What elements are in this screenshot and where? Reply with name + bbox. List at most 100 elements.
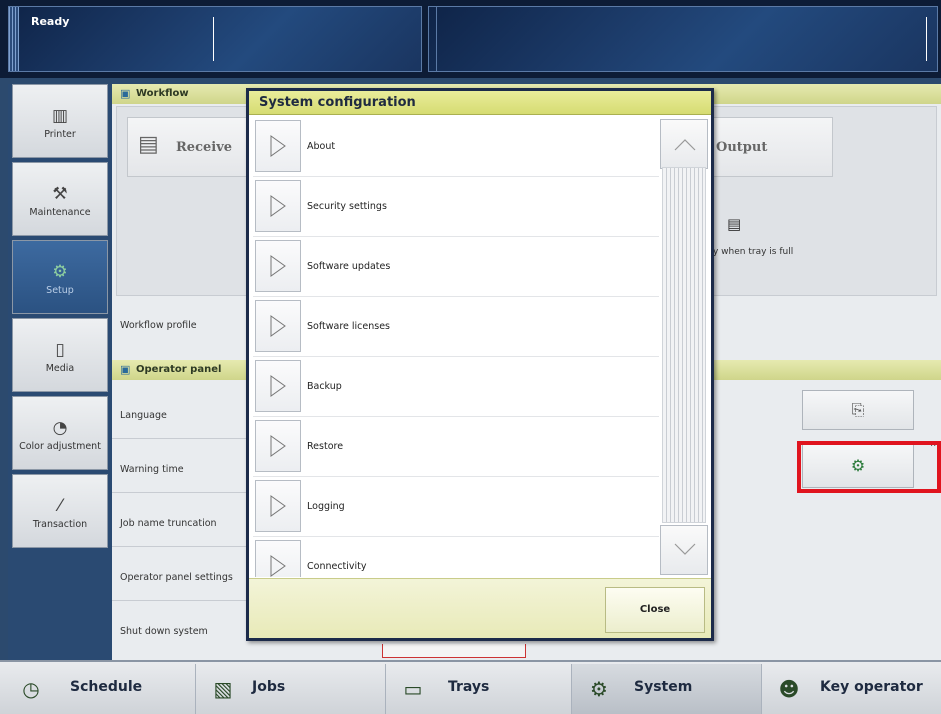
taskbar: ◷ Schedule ▧ Jobs ▭ Trays ⚙ System ☻ Key… <box>0 660 941 714</box>
dialog-title: System configuration <box>249 91 711 115</box>
nav-label: Transaction <box>32 519 88 530</box>
nav-color-adjustment[interactable]: ◔ Color adjustment <box>12 396 108 470</box>
list-item-label: Security settings <box>307 201 387 212</box>
nav-setup[interactable]: ⚙ Setup <box>12 240 108 314</box>
list-item-restore[interactable]: Restore <box>253 417 659 477</box>
scroll-track[interactable] <box>662 167 706 523</box>
taskbar-system[interactable]: ⚙ System <box>572 664 762 714</box>
list-item-label: Restore <box>307 441 344 452</box>
expand-button[interactable] <box>255 420 301 472</box>
taskbar-schedule[interactable]: ◷ Schedule <box>0 664 196 714</box>
color-adjustment-icon: ◔ <box>52 418 68 438</box>
list-item-about[interactable]: About <box>253 117 659 177</box>
expand-button[interactable] <box>255 300 301 352</box>
nav-maintenance[interactable]: ⚒ Maintenance <box>12 162 108 236</box>
workflow-icon: ▣ <box>120 87 131 100</box>
list-item-backup[interactable]: Backup <box>253 357 659 417</box>
list-item-label: Logging <box>307 501 345 512</box>
chevron-right-icon <box>270 255 286 277</box>
operator-panel-icon: ▣ <box>120 363 131 376</box>
divider <box>429 7 437 71</box>
expand-button[interactable] <box>255 540 301 577</box>
expand-button[interactable] <box>255 360 301 412</box>
taskbar-label: Key operator <box>820 679 923 695</box>
scroll-down-button[interactable] <box>660 525 708 575</box>
shut-down-system-label: Shut down system <box>120 626 208 637</box>
nav-media[interactable]: ▯ Media <box>12 318 108 392</box>
tray-icon: ▤ <box>727 215 742 233</box>
chevron-right-icon <box>270 315 286 337</box>
status-bar: Ready <box>0 0 941 78</box>
tray-note: y when tray is full <box>713 247 794 257</box>
taskbar-label: Schedule <box>70 679 143 695</box>
list-item-logging[interactable]: Logging <box>253 477 659 537</box>
divider <box>926 17 927 61</box>
list-item-connectivity[interactable]: Connectivity <box>253 537 659 577</box>
system-configuration-dialog: System configuration About Security sett… <box>246 88 714 641</box>
output-label: Output <box>716 140 768 155</box>
media-icon: ▯ <box>55 340 65 360</box>
receive-card[interactable]: ▤ Receive <box>127 117 255 177</box>
nav-label: Color adjustment <box>19 441 101 452</box>
list-item-software-licenses[interactable]: Software licenses <box>253 297 659 357</box>
status-text: Ready <box>31 15 70 28</box>
workflow-profile-label: Workflow profile <box>120 320 197 331</box>
printer-icon: ▥ <box>51 106 69 126</box>
shutdown-button[interactable] <box>382 644 526 658</box>
taskbar-trays[interactable]: ▭ Trays <box>386 664 572 714</box>
nav-label: Setup <box>46 285 74 296</box>
expand-button[interactable] <box>255 480 301 532</box>
list-item-label: About <box>307 141 336 152</box>
operator-panel-settings-label: Operator panel settings <box>120 572 233 583</box>
chevron-right-icon <box>270 375 286 397</box>
transaction-icon: ⁄ <box>58 496 62 516</box>
list-item-label: Software licenses <box>307 321 391 332</box>
nav-label: Maintenance <box>29 207 91 218</box>
clock-icon: ◷ <box>22 677 40 701</box>
message-panel <box>428 6 938 72</box>
chevron-right-icon <box>270 435 286 457</box>
divider <box>213 17 214 61</box>
scroll-up-button[interactable] <box>660 119 708 169</box>
taskbar-jobs[interactable]: ▧ Jobs <box>196 664 386 714</box>
expand-button[interactable] <box>255 240 301 292</box>
list-item-software-updates[interactable]: Software updates <box>253 237 659 297</box>
status-stripe <box>9 7 19 71</box>
expand-button[interactable] <box>255 180 301 232</box>
chevron-right-icon <box>270 495 286 517</box>
list-item-label: Backup <box>307 381 342 392</box>
trays-icon: ▭ <box>403 677 423 701</box>
system-gear-icon: ⚙ <box>590 677 608 701</box>
maintenance-icon: ⚒ <box>52 184 68 204</box>
list-item-security-settings[interactable]: Security settings <box>253 177 659 237</box>
chevron-right-icon <box>270 195 286 217</box>
chevron-down-icon <box>674 543 696 555</box>
jobs-icon: ▧ <box>213 677 233 701</box>
output-card[interactable]: Output <box>713 117 833 177</box>
chevron-right-icon <box>270 135 286 157</box>
taskbar-key-operator[interactable]: ☻ Key operator <box>762 664 941 714</box>
setup-icon: ⚙ <box>52 262 68 282</box>
taskbar-label: System <box>634 679 693 695</box>
chevron-right-icon <box>270 555 286 577</box>
list-item-label: Software updates <box>307 261 391 272</box>
receive-label: Receive <box>176 140 233 155</box>
close-button[interactable]: Close <box>605 587 705 633</box>
language-edit-button[interactable]: ⎘ <box>802 390 914 430</box>
dialog-list: About Security settings Software updates… <box>253 117 659 577</box>
nav-label: Media <box>45 363 75 374</box>
warning-time-label: Warning time <box>120 464 184 475</box>
nav-transaction[interactable]: ⁄ Transaction <box>12 474 108 548</box>
key-operator-icon: ☻ <box>778 677 800 701</box>
nav-printer[interactable]: ▥ Printer <box>12 84 108 158</box>
list-item-label: Connectivity <box>307 561 367 572</box>
dialog-scrollbar[interactable] <box>660 117 710 577</box>
taskbar-label: Jobs <box>252 679 286 695</box>
edit-document-icon: ⎘ <box>851 400 865 419</box>
receive-icon: ▤ <box>138 132 159 157</box>
status-panel: Ready <box>8 6 422 72</box>
left-navigation: ▥ Printer ⚒ Maintenance ⚙ Setup ▯ Media … <box>8 84 112 660</box>
chevron-up-icon <box>674 139 696 151</box>
taskbar-label: Trays <box>448 679 490 695</box>
expand-button[interactable] <box>255 120 301 172</box>
